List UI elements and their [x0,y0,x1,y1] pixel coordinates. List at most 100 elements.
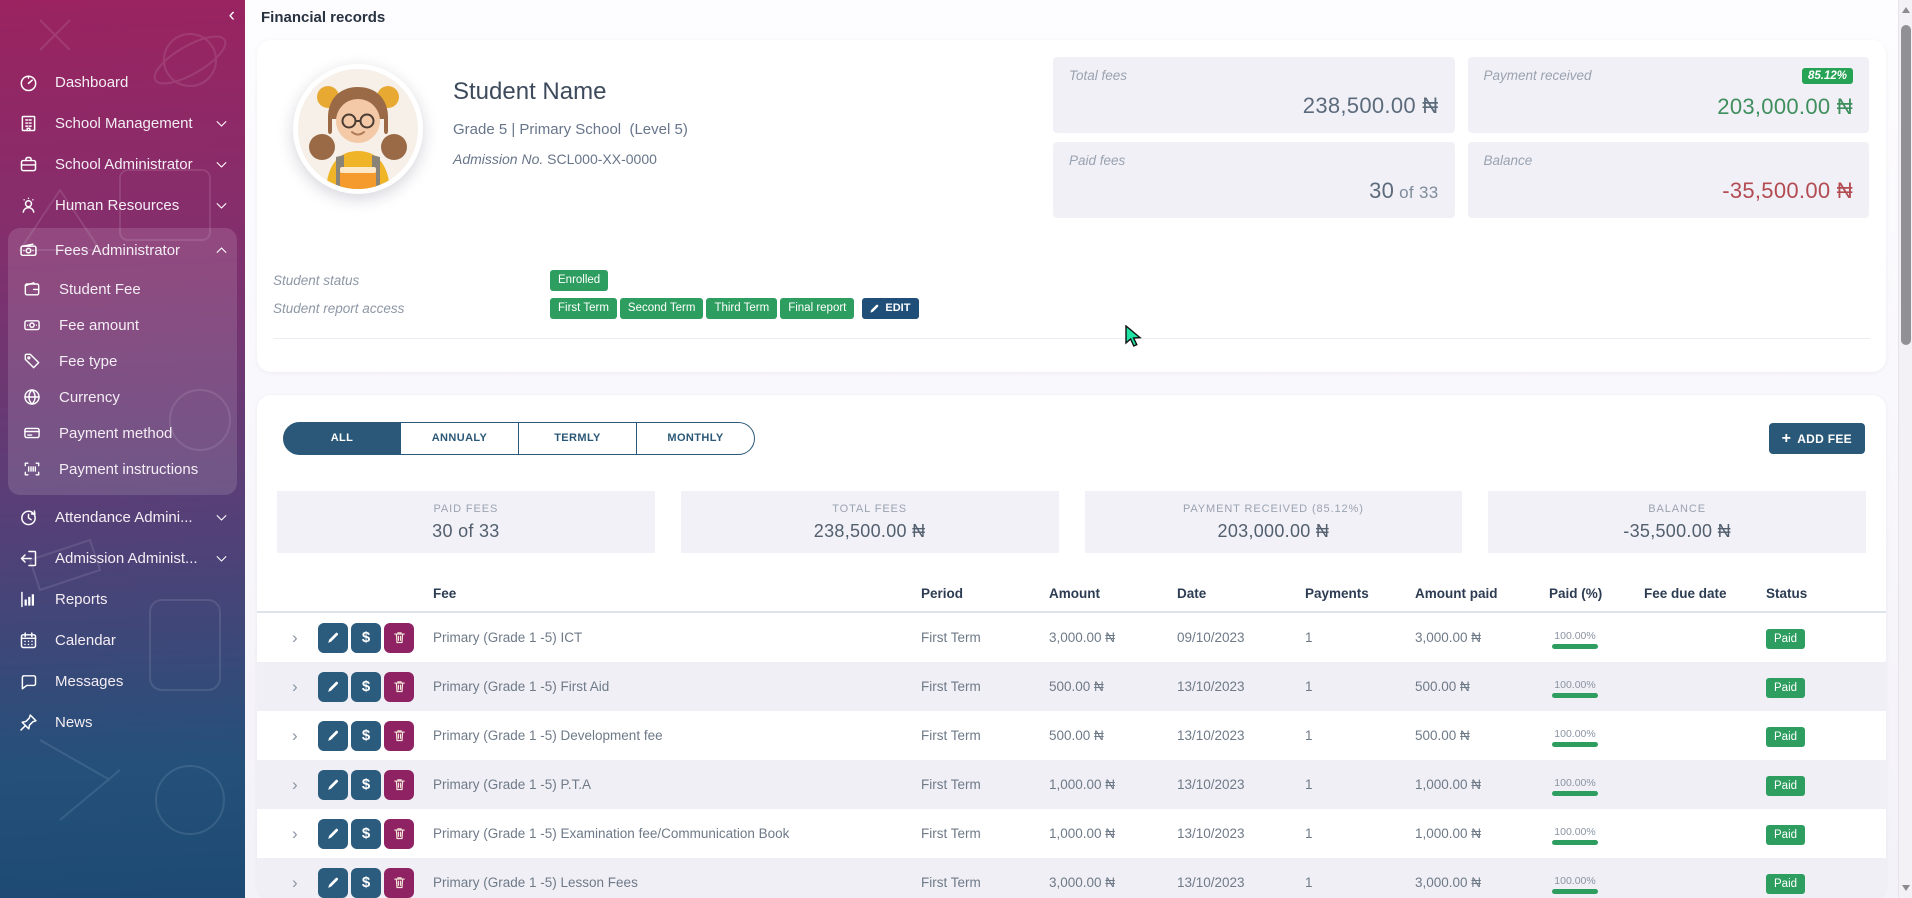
stat-value-suffix: of 33 [1394,183,1438,202]
report-access-label: Student report access [273,301,550,316]
edit-fee-button[interactable] [318,868,348,898]
delete-fee-button[interactable] [384,770,414,800]
sidebar-item-attendance-admini[interactable]: Attendance Admini... [0,497,245,538]
delete-fee-button[interactable] [384,819,414,849]
pay-fee-button[interactable]: $ [351,868,381,898]
edit-fee-button[interactable] [318,721,348,751]
stat-payment-received: Payment received85.12%203,000.00 ₦ [1468,57,1870,133]
row-expand-chevron-icon[interactable]: › [292,825,318,842]
row-expand-chevron-icon[interactable]: › [292,727,318,744]
tab-termly[interactable]: TERMLY [519,422,637,455]
globe-icon [22,386,44,408]
student-stats-grid: Total fees238,500.00 ₦Payment received85… [1053,57,1869,218]
row-expand-chevron-icon[interactable]: › [292,678,318,695]
edit-fee-button[interactable] [318,623,348,653]
sidebar-item-label: Fee amount [59,317,139,334]
pay-fee-button[interactable]: $ [351,721,381,751]
credit-card-icon [22,422,44,444]
fee-paid-percent: 100.00% [1549,823,1601,845]
pay-fee-button[interactable]: $ [351,623,381,653]
sidebar-item-school-management[interactable]: School Management [0,103,245,144]
sidebar-collapse-button[interactable]: ‹ [229,6,235,25]
delete-fee-button[interactable] [384,868,414,898]
row-expand-chevron-icon[interactable]: › [292,776,318,793]
chevron-down-icon [214,551,229,566]
sidebar-item-fees-administrator[interactable]: Fees Administrator [8,230,237,271]
tab-all[interactable]: ALL [283,422,401,455]
fee-amount-paid: 500.00 ₦ [1415,728,1549,743]
sidebar-item-label: Payment method [59,425,172,442]
sidebar-item-fee-type[interactable]: Fee type [8,343,237,379]
fee-period: First Term [921,728,1049,743]
add-fee-button[interactable]: + ADD FEE [1769,423,1865,454]
tab-annualy[interactable]: ANNUALY [401,422,519,455]
edit-fee-button[interactable] [318,770,348,800]
tab-monthly[interactable]: MONTHLY [637,422,755,455]
student-card: Student Name Grade 5 | Primary School (L… [257,40,1886,372]
edit-fee-button[interactable] [318,672,348,702]
fee-period: First Term [921,777,1049,792]
fee-payments: 1 [1305,875,1415,890]
row-actions: $ [318,868,433,898]
fee-name: Primary (Grade 1 -5) Development fee [433,728,921,743]
sidebar-item-label: Student Fee [59,281,141,298]
sidebar-item-messages[interactable]: Messages [0,661,245,702]
dollar-icon: $ [362,825,370,842]
sidebar-item-news[interactable]: News [0,702,245,743]
column-header-date: Date [1177,586,1305,601]
edit-fee-button[interactable] [318,819,348,849]
column-header-paid: Paid (%) [1549,586,1644,601]
stat-value: 30 of 33 [1069,178,1439,204]
pay-fee-button[interactable]: $ [351,672,381,702]
delete-fee-button[interactable] [384,623,414,653]
page-scrollbar[interactable] [1898,0,1912,898]
sidebar-item-calendar[interactable]: Calendar [0,620,245,661]
sidebar-item-human-resources[interactable]: Human Resources [0,185,245,226]
fee-status: Paid [1766,728,1805,744]
report-access-badges: First TermSecond TermThird TermFinal rep… [550,298,854,319]
sidebar-item-payment-method[interactable]: Payment method [8,415,237,451]
scrollbar-down-arrow[interactable] [1902,885,1910,891]
calendar-icon [18,630,40,652]
fee-period: First Term [921,875,1049,890]
row-actions: $ [318,672,433,702]
fee-amount: 3,000.00 ₦ [1049,875,1177,890]
student-admission: Admission No. SCL000-XX-0000 [453,151,688,167]
scrollbar-up-arrow[interactable] [1902,7,1910,13]
summary-card-paid-fees: PAID FEES30 of 33 [277,491,655,553]
report-access-badge-final-report: Final report [780,298,854,319]
pay-fee-button[interactable]: $ [351,770,381,800]
row-expand-chevron-icon[interactable]: › [292,874,318,891]
sidebar-item-fee-amount[interactable]: Fee amount [8,307,237,343]
paid-percent-text: 100.00% [1554,630,1595,642]
sidebar-item-dashboard[interactable]: Dashboard [0,62,245,103]
fee-amount: 500.00 ₦ [1049,728,1177,743]
edit-report-access-button[interactable]: EDIT [862,298,919,319]
sidebar-item-school-administrator[interactable]: School Administrator [0,144,245,185]
fee-paid-percent: 100.00% [1549,676,1601,698]
sidebar-item-label: School Management [55,115,193,132]
sidebar-item-reports[interactable]: Reports [0,579,245,620]
sidebar-item-admission-administ[interactable]: Admission Administ... [0,538,245,579]
student-status-label: Student status [273,273,550,288]
scrollbar-thumb[interactable] [1901,25,1911,345]
sidebar-item-label: Attendance Admini... [55,509,193,526]
sidebar-item-student-fee[interactable]: Student Fee [8,271,237,307]
pay-fee-button[interactable]: $ [351,819,381,849]
fee-payments: 1 [1305,777,1415,792]
sidebar-item-currency[interactable]: Currency [8,379,237,415]
people-icon [18,195,40,217]
delete-fee-button[interactable] [384,721,414,751]
summary-card-balance: BALANCE-35,500.00 ₦ [1488,491,1866,553]
admission-value: SCL000-XX-0000 [547,151,657,167]
tag-icon [22,350,44,372]
paid-percent-bar [1552,791,1598,796]
dollar-icon: $ [362,727,370,744]
table-row: ›$Primary (Grade 1 -5) Lesson FeesFirst … [257,858,1886,898]
briefcase-icon [18,154,40,176]
row-actions: $ [318,623,433,653]
delete-fee-button[interactable] [384,672,414,702]
row-expand-chevron-icon[interactable]: › [292,629,318,646]
sidebar-item-payment-instructions[interactable]: Payment instructions [8,451,237,487]
stat-head: Balance [1484,153,1854,168]
